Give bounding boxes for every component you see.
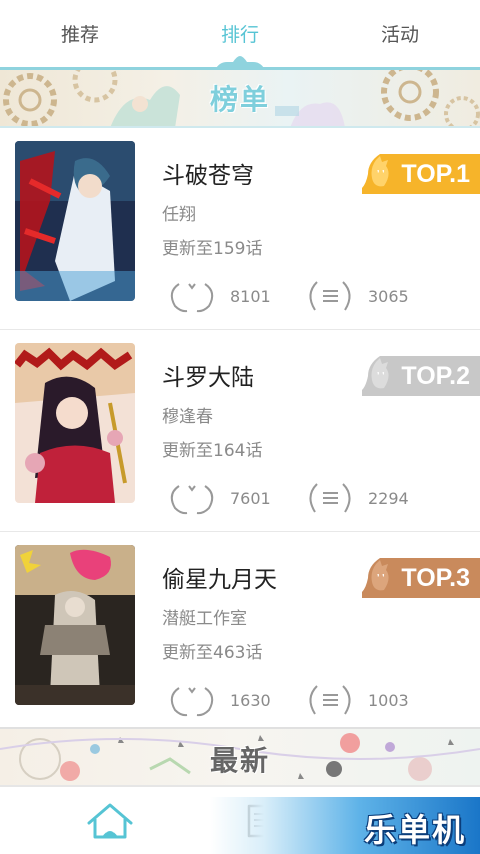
comment-icon[interactable] [303, 480, 357, 516]
brand-watermark: 乐单机 [210, 797, 480, 854]
ranking-item[interactable]: 斗罗大陆 穆逢春 更新至164话 7601 2294 ❜ ❜ TOP.2 [0, 330, 480, 532]
like-count: 7601 [230, 489, 271, 508]
comic-cover-image [15, 141, 135, 301]
tab-recommend[interactable]: 推荐 [0, 0, 160, 70]
like-count: 1630 [230, 691, 271, 710]
comic-update-status: 更新至164话 [162, 441, 263, 461]
like-icon[interactable] [165, 480, 219, 516]
brand-logo-text: 乐单机 [363, 811, 466, 849]
like-icon[interactable] [165, 278, 219, 314]
comic-update-status: 更新至159话 [162, 239, 263, 259]
comment-icon[interactable] [303, 682, 357, 718]
rank-badge: ❜ ❜ TOP.3 [362, 558, 480, 598]
comic-cover-image [15, 343, 135, 503]
comment-count: 1003 [368, 691, 409, 710]
rank-label: TOP.2 [401, 362, 470, 390]
ranking-item[interactable]: 斗破苍穹 任翔 更新至159话 8101 3065 ❜ ❜ TOP.1 [0, 128, 480, 330]
comic-author: 任翔 [162, 205, 196, 225]
svg-text:❜ ❜: ❜ ❜ [377, 169, 385, 178]
rank-badge: ❜ ❜ TOP.1 [362, 154, 480, 194]
comic-author: 潜艇工作室 [162, 609, 247, 629]
svg-text:❜ ❜: ❜ ❜ [377, 573, 385, 582]
comic-title: 斗罗大陆 [162, 365, 254, 391]
svg-text:❜ ❜: ❜ ❜ [377, 371, 385, 380]
home-icon[interactable] [85, 801, 135, 841]
tab-events[interactable]: 活动 [320, 0, 480, 70]
comic-title: 偷星九月天 [162, 567, 277, 593]
comic-author: 穆逢春 [162, 407, 213, 427]
comic-update-status: 更新至463话 [162, 643, 263, 663]
latest-banner[interactable]: 最新 [0, 727, 480, 787]
like-count: 8101 [230, 287, 271, 306]
comic-cover-image [15, 545, 135, 705]
comic-title: 斗破苍穹 [162, 163, 254, 189]
bottom-navigation: 乐单机 [0, 787, 480, 854]
comment-count: 3065 [368, 287, 409, 306]
latest-banner-title: 最新 [209, 744, 270, 777]
comment-icon[interactable] [303, 278, 357, 314]
ranking-banner: 榜单 [0, 70, 480, 128]
ranking-item[interactable]: 偷星九月天 潜艇工作室 更新至463话 1630 1003 ❜ ❜ TOP.3 [0, 532, 480, 734]
tab-active-indicator [215, 56, 265, 70]
rank-badge: ❜ ❜ TOP.2 [362, 356, 480, 396]
comment-count: 2294 [368, 489, 409, 508]
rank-label: TOP.3 [401, 564, 470, 592]
like-icon[interactable] [165, 682, 219, 718]
rank-label: TOP.1 [401, 160, 470, 188]
ranking-banner-title: 榜单 [209, 83, 270, 116]
